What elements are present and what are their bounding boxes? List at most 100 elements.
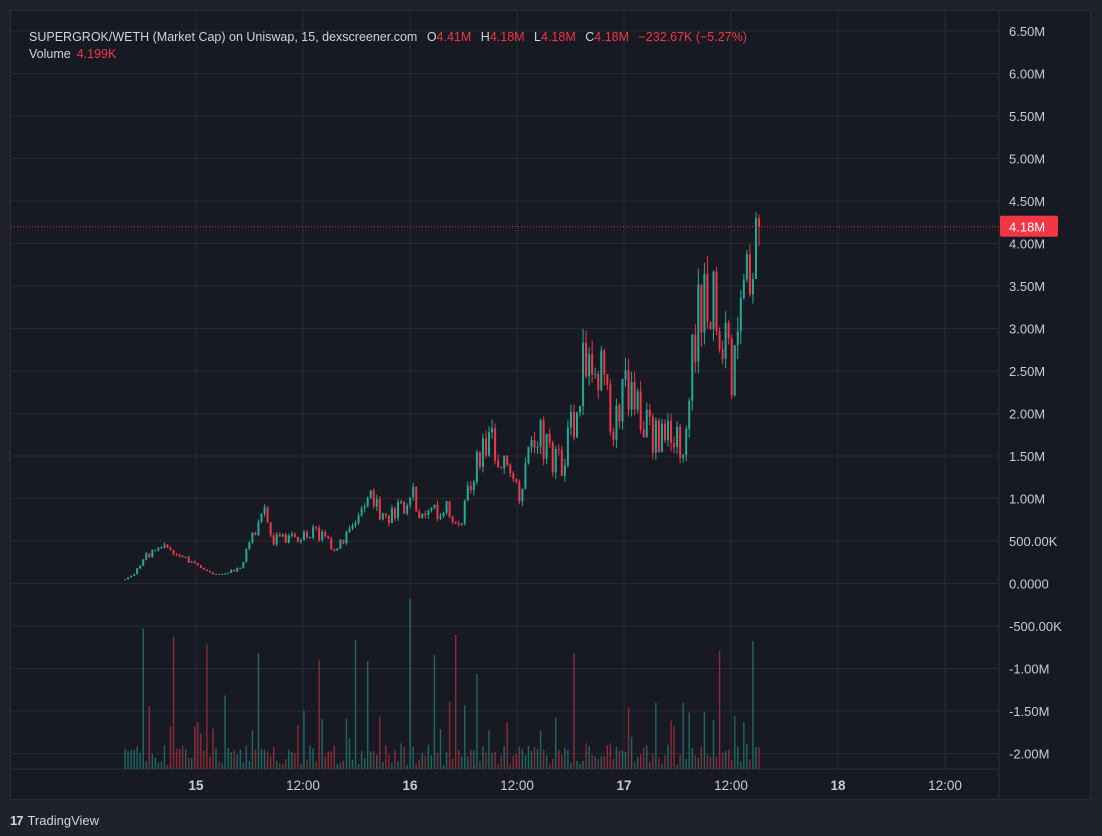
volume-bar [418, 759, 420, 769]
branding[interactable]: 17 TradingView [10, 810, 99, 830]
candle-body [509, 464, 512, 474]
candle-body [758, 218, 760, 227]
volume-bar [430, 755, 433, 769]
candle-body [208, 570, 211, 573]
legend-close-value: 4.18M [594, 30, 630, 44]
volume-bar [530, 750, 533, 769]
candle-body [278, 534, 281, 537]
volume-bar [139, 752, 141, 769]
volume-bar [539, 730, 542, 769]
volume-bar [442, 764, 445, 769]
y-tick-label: 1.50M [1009, 449, 1045, 464]
candle-body [506, 455, 509, 465]
volume-bar [594, 756, 596, 769]
volume-bar [612, 758, 615, 769]
volume-bar [512, 755, 514, 769]
tradingview-logo-icon[interactable]: 17 [10, 813, 24, 828]
candle-body [621, 379, 624, 422]
y-tick-label: 2.50M [1009, 364, 1045, 379]
chart-frame[interactable]: 4.18M 6.50M 6.00M 5.50M 5.00M 4.50M 4.00M 3.50… [10, 10, 1092, 801]
volume-bar [661, 764, 663, 769]
volume-bar [184, 748, 187, 769]
volume-bar [706, 754, 709, 769]
candle-body [224, 573, 227, 575]
candle-body [491, 428, 494, 433]
volume-bar [303, 711, 305, 769]
volume-bar [206, 644, 208, 769]
price-candles [124, 212, 760, 581]
volume-bar [703, 711, 706, 769]
candle-body [551, 442, 554, 473]
candle-body [636, 391, 639, 410]
volume-bar [197, 722, 199, 769]
legend-volume-row: Volume 4.199K [29, 46, 747, 63]
candle-body [697, 284, 700, 362]
candle-body [342, 539, 345, 544]
y-tick-label: -1.00M [1009, 662, 1049, 677]
volume-bar [254, 749, 257, 769]
volume-bar [394, 750, 396, 769]
candle-body [688, 400, 691, 429]
candle-body [221, 573, 224, 575]
volume-bar [691, 747, 693, 769]
candlestick-chart[interactable]: 4.18M 6.50M 6.00M 5.50M 5.00M 4.50M 4.00M 3.50… [11, 11, 1092, 801]
candle-body [694, 334, 697, 362]
volume-bar [718, 650, 721, 769]
volume-bar [521, 748, 524, 769]
volume-bar [721, 752, 724, 769]
candle-body [606, 374, 609, 385]
candle-body [484, 438, 487, 456]
candle-body [679, 426, 682, 458]
candle-body [466, 485, 469, 501]
tradingview-label[interactable]: TradingView [27, 813, 99, 828]
volume-bar [730, 760, 733, 769]
volume-bar [734, 715, 736, 769]
volume-bar [181, 745, 184, 769]
volume-bar [279, 763, 281, 769]
volume-bar [491, 752, 493, 769]
volume-bar [294, 753, 296, 769]
candle-body [166, 544, 169, 548]
candle-body [187, 557, 190, 563]
volume-bar [324, 756, 326, 769]
candle-body [260, 513, 263, 522]
volume-bar [200, 733, 202, 769]
volume-bar [148, 706, 150, 769]
candle-body [639, 391, 642, 430]
candle-body [154, 550, 157, 552]
volume-bar [712, 719, 715, 769]
volume-bar [269, 756, 272, 769]
candle-body [481, 438, 484, 467]
candle-body [575, 412, 578, 438]
candle-body [660, 423, 663, 452]
candle-body [557, 449, 560, 451]
volume-bar [266, 751, 269, 769]
volume-bar [321, 718, 323, 769]
candle-body [727, 322, 730, 339]
volume-bar [160, 761, 163, 769]
candle-body [251, 532, 254, 543]
x-tick-label: 18 [830, 778, 846, 793]
candle-body [666, 420, 669, 441]
candle-body [190, 561, 193, 563]
y-tick-label: 5.50M [1009, 109, 1045, 124]
y-tick-label: 1.00M [1009, 492, 1045, 507]
candle-body [579, 406, 582, 413]
volume-bar [285, 759, 287, 769]
current-price-tag-label: 4.18M [1009, 220, 1045, 235]
volume-bar [688, 712, 690, 769]
candle-body [715, 271, 718, 332]
volume-bar [224, 695, 226, 769]
candle-body [582, 342, 585, 407]
legend-low-value: 4.18M [541, 30, 576, 44]
candle-body [172, 550, 175, 555]
volume-bar [515, 753, 518, 769]
candle-body [709, 321, 712, 330]
volume-bar [178, 748, 181, 769]
candle-body [612, 431, 615, 440]
candle-body [457, 523, 460, 525]
candle-body [202, 567, 205, 570]
volume-bar [746, 743, 748, 769]
volume-bar [558, 750, 560, 769]
candle-body [430, 507, 433, 511]
